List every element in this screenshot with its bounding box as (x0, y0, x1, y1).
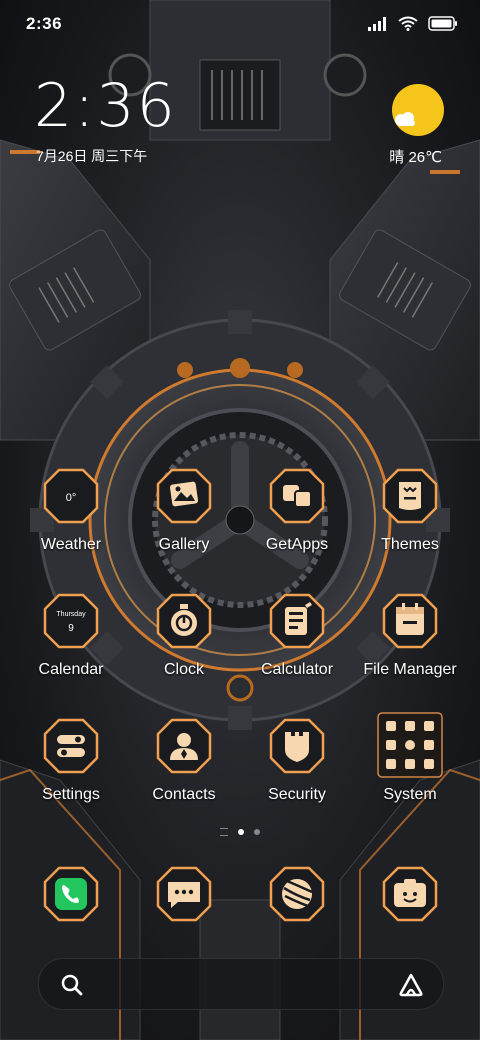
app-label: GetApps (265, 536, 329, 553)
app-contacts[interactable]: Contacts (129, 718, 239, 818)
app-label: Calculator (260, 661, 334, 678)
page-indicator (0, 828, 480, 836)
app-label: System (383, 786, 437, 803)
getapps-icon (269, 468, 325, 524)
app-label: Clock (163, 661, 204, 678)
status-time: 2:36 (26, 14, 63, 33)
calendar-weekday: Thursday (56, 611, 86, 618)
calendar-day: 9 (68, 623, 74, 634)
page-dot-active[interactable] (238, 829, 244, 835)
contacts-icon (156, 718, 212, 774)
app-label: Contacts (152, 786, 216, 803)
clock-icon (156, 593, 212, 649)
app-weather[interactable]: 0° Weather (16, 468, 126, 568)
app-label: Themes (381, 536, 439, 553)
calculator-icon (269, 593, 325, 649)
app-file-manager[interactable]: File Manager (355, 593, 465, 693)
assistant-icon[interactable] (397, 971, 425, 999)
battery-icon (428, 16, 457, 31)
app-clock[interactable]: Clock (129, 593, 239, 693)
app-label: Gallery (158, 536, 210, 553)
security-icon (269, 718, 325, 774)
browser-icon[interactable] (269, 866, 325, 922)
app-settings[interactable]: Settings (16, 718, 126, 818)
app-getapps[interactable]: GetApps (242, 468, 352, 568)
calendar-icon: Thursday 9 (43, 593, 99, 649)
status-bar: 2:36 (0, 0, 480, 50)
themes-icon (382, 468, 438, 524)
settings-icon (43, 718, 99, 774)
search-bar[interactable] (38, 958, 444, 1010)
camera-icon[interactable] (382, 866, 438, 922)
file-manager-icon (382, 593, 438, 649)
app-label: File Manager (363, 661, 457, 678)
page-indicator-minus-one[interactable] (220, 828, 228, 836)
cloud-icon (395, 112, 415, 126)
weather-summary: 晴 26℃ (389, 149, 442, 166)
messages-icon[interactable] (156, 866, 212, 922)
app-gallery[interactable]: Gallery (129, 468, 239, 568)
weather-icon: 0° (43, 468, 99, 524)
signal-icon (368, 16, 386, 31)
app-label: Security (268, 786, 326, 803)
search-icon[interactable] (59, 972, 85, 998)
app-themes[interactable]: Themes (355, 468, 465, 568)
app-label: Calendar (38, 661, 104, 678)
app-label: Settings (42, 786, 100, 803)
app-calculator[interactable]: Calculator (242, 593, 352, 693)
app-folder-system[interactable]: System (355, 712, 465, 818)
gallery-icon (156, 468, 212, 524)
sun-icon (392, 84, 444, 136)
app-security[interactable]: Security (242, 718, 352, 818)
wifi-icon (398, 16, 418, 31)
weather-badge: 0° (66, 492, 77, 504)
app-calendar[interactable]: Thursday 9 Calendar (16, 593, 126, 693)
widget-date: 7月26日 周三下午 (36, 148, 148, 164)
page-dot[interactable] (254, 829, 260, 835)
phone-icon[interactable] (43, 866, 99, 922)
system-folder-icon (377, 712, 443, 778)
app-label: Weather (40, 536, 102, 553)
widget-time: 2:36 (34, 71, 177, 141)
